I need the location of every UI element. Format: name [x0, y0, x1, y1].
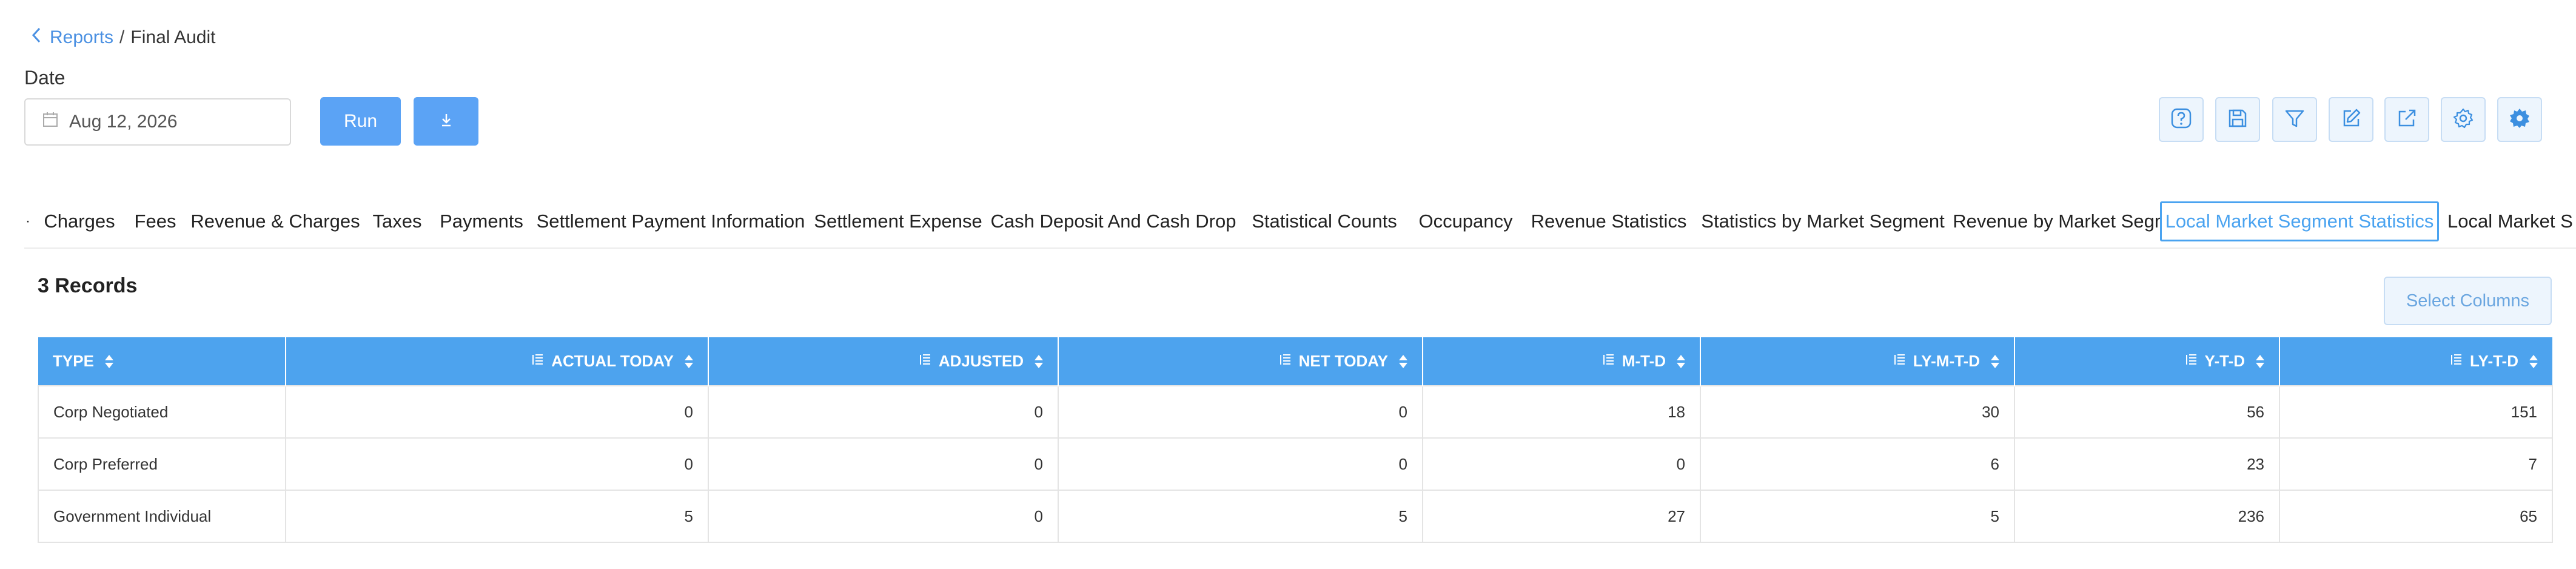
sort-icon[interactable]: [2529, 354, 2538, 368]
cell-type: Corp Preferred: [38, 437, 286, 491]
sort-icon[interactable]: [1991, 354, 1999, 368]
breadcrumb-separator: /: [119, 27, 125, 47]
cell-actual-today: 5: [285, 490, 709, 543]
tab-statistical-counts[interactable]: Statistical Counts: [1247, 201, 1402, 241]
sort-icon[interactable]: [2256, 354, 2264, 368]
cell-ytd: 23: [2014, 437, 2280, 491]
sort-icon[interactable]: [1035, 354, 1043, 368]
config-button[interactable]: [2497, 97, 2542, 142]
sort-icon[interactable]: [104, 354, 113, 368]
column-header-mtd[interactable]: M-T-D: [1423, 337, 1701, 386]
table-row[interactable]: Corp Negotiated 0 0 0 18 30 56 151: [38, 385, 2553, 439]
column-menu-icon[interactable]: [1280, 352, 1292, 371]
filter-icon: [2283, 106, 2307, 133]
column-header-adjusted[interactable]: ADJUSTED: [708, 337, 1059, 386]
tab-active-label[interactable]: Local Market Segment Statistics: [2160, 201, 2439, 241]
cell-type: Corp Negotiated: [38, 385, 286, 439]
column-menu-icon[interactable]: [2450, 352, 2463, 371]
breadcrumb-current: Final Audit: [130, 27, 216, 47]
column-header-ly-mtd[interactable]: LY-M-T-D: [1700, 337, 2015, 386]
cell-mtd: 0: [1422, 437, 1701, 491]
cell-type: Government Individual: [38, 490, 286, 543]
column-menu-icon[interactable]: [1603, 352, 1615, 371]
settings-button[interactable]: [2441, 97, 2486, 142]
edit-button[interactable]: [2329, 97, 2373, 142]
tab-local-market-segment-revenue[interactable]: Local Market S: [2447, 201, 2576, 241]
tab-cash-deposit[interactable]: Cash Deposit And Cash Drop: [991, 201, 1236, 241]
download-icon: [438, 112, 455, 132]
config-gear-icon: [2507, 106, 2532, 133]
cell-ly-ytd: 151: [2279, 385, 2553, 439]
column-header-net-today[interactable]: NET TODAY: [1058, 337, 1423, 386]
help-button[interactable]: [2159, 97, 2204, 142]
cell-adjusted: 0: [708, 385, 1059, 439]
calendar-icon: [42, 112, 69, 132]
table-header-row: TYPE ACTUAL TODAY ADJUSTED NET TODAY M-T…: [38, 337, 2552, 386]
run-button[interactable]: Run: [320, 97, 401, 146]
download-button[interactable]: [414, 97, 478, 146]
cell-adjusted: 0: [708, 437, 1059, 491]
export-icon: [2395, 106, 2419, 133]
tab-payments[interactable]: Payments: [439, 201, 524, 241]
column-menu-icon[interactable]: [1894, 352, 1906, 371]
breadcrumb: Reports / Final Audit: [32, 25, 215, 50]
cell-ly-ytd: 7: [2279, 437, 2553, 491]
column-menu-icon[interactable]: [532, 352, 544, 371]
cell-ly-mtd: 5: [1700, 490, 2015, 543]
chevron-left-icon[interactable]: [32, 27, 41, 49]
cell-ytd: 236: [2014, 490, 2280, 543]
tab-taxes[interactable]: Taxes: [370, 201, 424, 241]
tab-settlement-expense[interactable]: Settlement Expense: [814, 201, 982, 241]
tab-occupancy[interactable]: Occupancy: [1415, 201, 1516, 241]
tab-statistics-by-market-segment[interactable]: Statistics by Market Segment: [1701, 201, 1944, 241]
cell-mtd: 18: [1422, 385, 1701, 439]
breadcrumb-reports-link[interactable]: Reports: [50, 27, 113, 48]
tab-charges[interactable]: Charges: [44, 201, 115, 241]
tab-fees[interactable]: Fees: [131, 201, 179, 241]
column-menu-icon[interactable]: [919, 352, 931, 371]
records-count: 3 Records: [38, 274, 138, 297]
edit-icon: [2339, 106, 2363, 133]
date-value: Aug 12, 2026: [69, 112, 178, 132]
column-header-actual-today[interactable]: ACTUAL TODAY: [286, 337, 709, 386]
cell-net-today: 0: [1058, 437, 1423, 491]
cell-net-today: 0: [1058, 385, 1423, 439]
tab-settlement-payment-information[interactable]: Settlement Payment Information: [537, 201, 805, 241]
date-input[interactable]: Aug 12, 2026: [24, 98, 291, 146]
select-columns-button[interactable]: Select Columns: [2384, 277, 2552, 325]
tab-revenue-charges[interactable]: Revenue & Charges: [190, 201, 360, 241]
cell-adjusted: 0: [708, 490, 1059, 543]
date-label: Date: [24, 67, 65, 89]
export-button[interactable]: [2384, 97, 2429, 142]
cell-ly-mtd: 30: [1700, 385, 2015, 439]
settings-icon: [2451, 106, 2475, 133]
cell-ly-ytd: 65: [2279, 490, 2553, 543]
cell-ly-mtd: 6: [1700, 437, 2015, 491]
column-header-type[interactable]: TYPE: [38, 337, 286, 386]
column-menu-icon[interactable]: [2185, 352, 2198, 371]
save-icon: [2225, 106, 2250, 133]
tabs-scroll-indicator[interactable]: ·: [24, 201, 32, 241]
column-header-ly-ytd[interactable]: LY-T-D: [2279, 337, 2552, 386]
tab-revenue-statistics[interactable]: Revenue Statistics: [1529, 201, 1688, 241]
cell-actual-today: 0: [285, 437, 709, 491]
column-header-ytd[interactable]: Y-T-D: [2014, 337, 2280, 386]
table-row[interactable]: Government Individual 5 0 5 27 5 236 65: [38, 490, 2553, 543]
sort-icon[interactable]: [1399, 354, 1407, 368]
cell-net-today: 5: [1058, 490, 1423, 543]
cell-actual-today: 0: [285, 385, 709, 439]
table-row[interactable]: Corp Preferred 0 0 0 0 6 23 7: [38, 437, 2553, 491]
report-table: TYPE ACTUAL TODAY ADJUSTED NET TODAY M-T…: [38, 337, 2553, 543]
cell-mtd: 27: [1422, 490, 1701, 543]
cell-ytd: 56: [2014, 385, 2280, 439]
filter-button[interactable]: [2272, 97, 2317, 142]
save-button[interactable]: [2215, 97, 2260, 142]
sort-icon[interactable]: [685, 354, 693, 368]
tab-revenue-by-market-segment[interactable]: Revenue by Market Segment: [1953, 201, 2196, 241]
help-icon: [2169, 106, 2193, 133]
sort-icon[interactable]: [1677, 354, 1685, 368]
